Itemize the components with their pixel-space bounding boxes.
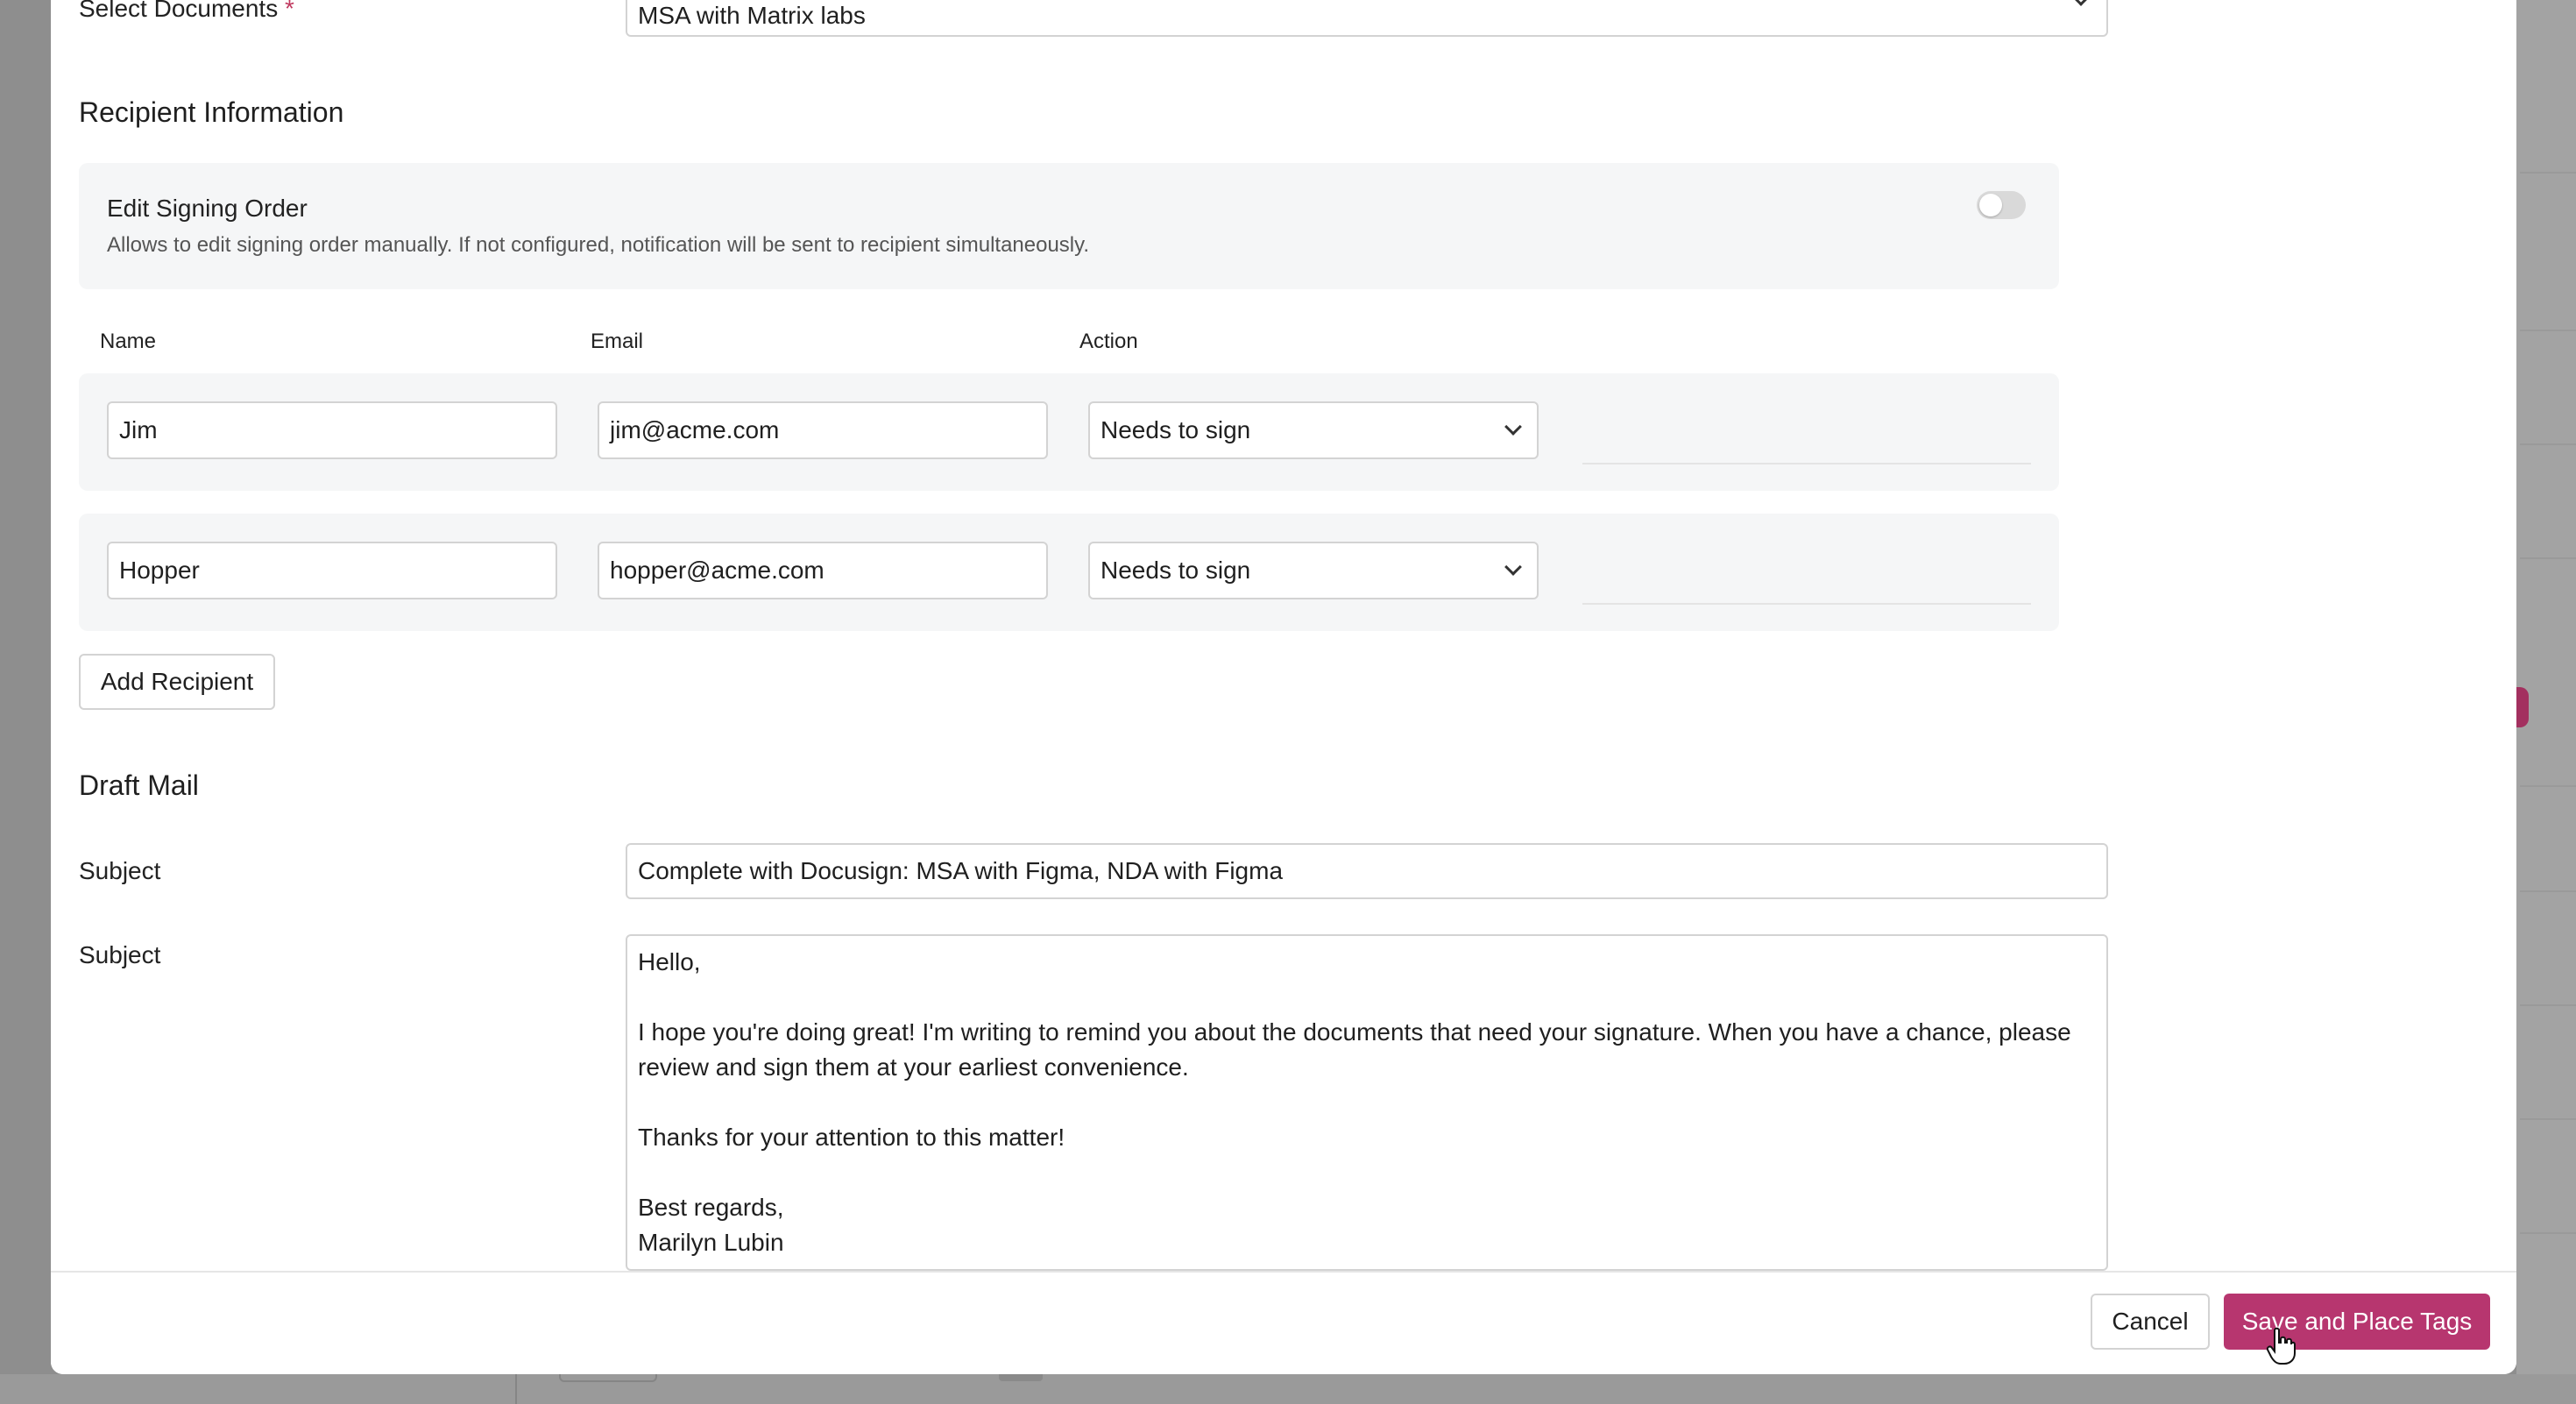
recipient-action-value: Needs to sign (1100, 557, 1251, 584)
recipient-action-value: Needs to sign (1100, 416, 1251, 443)
background-primary-button (2516, 687, 2529, 727)
recipient-row: Jim jim@acme.com Needs to sign (79, 373, 2059, 491)
recipient-name-value: Jim (119, 416, 158, 443)
subject-input[interactable]: Complete with Docusign: MSA with Figma, … (626, 843, 2108, 899)
select-documents-value: MSA with Matrix labs (638, 2, 866, 29)
subject-value: Complete with Docusign: MSA with Figma, … (638, 857, 1284, 884)
row-divider (1582, 603, 2031, 605)
background-divider (2520, 1118, 2576, 1120)
background-divider (2520, 1004, 2576, 1006)
column-header-email: Email (591, 330, 644, 353)
recipient-action-select[interactable]: Needs to sign (1088, 401, 1539, 459)
subject-label: Subject (79, 857, 161, 884)
draft-mail-title: Draft Mail (79, 769, 199, 801)
chevron-down-icon (1504, 558, 1522, 576)
recipient-email-value: jim@acme.com (610, 416, 780, 443)
column-header-action: Action (1079, 330, 1138, 353)
cancel-button[interactable]: Cancel (2091, 1294, 2210, 1350)
chevron-down-icon (1504, 418, 1522, 436)
background-divider (2520, 557, 2576, 559)
recipient-name-input[interactable]: Hopper (107, 542, 557, 599)
background-divider (2520, 1232, 2576, 1234)
column-header-name: Name (100, 330, 157, 353)
recipient-email-value: hopper@acme.com (610, 557, 824, 584)
toggle-knob (1979, 194, 2002, 216)
signing-order-panel: Edit Signing Order Allows to edit signin… (79, 163, 2059, 289)
select-documents-label: Select Documents * (79, 0, 294, 23)
recipient-row: Hopper hopper@acme.com Needs to sign (79, 514, 2059, 631)
send-for-signature-modal: Select Documents * MSA with Matrix labs … (51, 0, 2516, 1374)
select-documents-dropdown[interactable]: MSA with Matrix labs (626, 0, 2108, 37)
recipient-action-select[interactable]: Needs to sign (1088, 542, 1539, 599)
background-divider (2520, 330, 2576, 331)
recipient-name-input[interactable]: Jim (107, 401, 557, 459)
row-divider (1582, 463, 2031, 464)
hand-pointer-cursor-icon (2266, 1327, 2296, 1365)
modal-footer: Cancel Save and Place Tags (51, 1271, 2516, 1374)
recipient-email-input[interactable]: hopper@acme.com (598, 542, 1048, 599)
chevron-down-icon (2072, 0, 2090, 6)
signing-order-title: Edit Signing Order (107, 195, 308, 222)
recipient-email-input[interactable]: jim@acme.com (598, 401, 1048, 459)
required-mark: * (285, 0, 294, 22)
background-divider (2520, 785, 2576, 787)
background-app-bottom (0, 1374, 2576, 1404)
mail-body-textarea[interactable]: Hello, I hope you're doing great! I'm wr… (626, 934, 2108, 1271)
recipient-information-title: Recipient Information (79, 96, 344, 128)
signing-order-toggle[interactable] (1977, 191, 2026, 219)
save-and-place-tags-button[interactable]: Save and Place Tags (2224, 1294, 2490, 1350)
background-divider (2520, 443, 2576, 445)
body-label: Subject (79, 941, 161, 968)
recipient-name-value: Hopper (119, 557, 200, 584)
select-documents-label-text: Select Documents (79, 0, 279, 22)
background-divider (2520, 890, 2576, 892)
background-divider (2520, 172, 2576, 174)
signing-order-hint: Allows to edit signing order manually. I… (107, 233, 1090, 257)
add-recipient-button[interactable]: Add Recipient (79, 654, 275, 710)
modal-content: Select Documents * MSA with Matrix labs … (51, 0, 2516, 1271)
